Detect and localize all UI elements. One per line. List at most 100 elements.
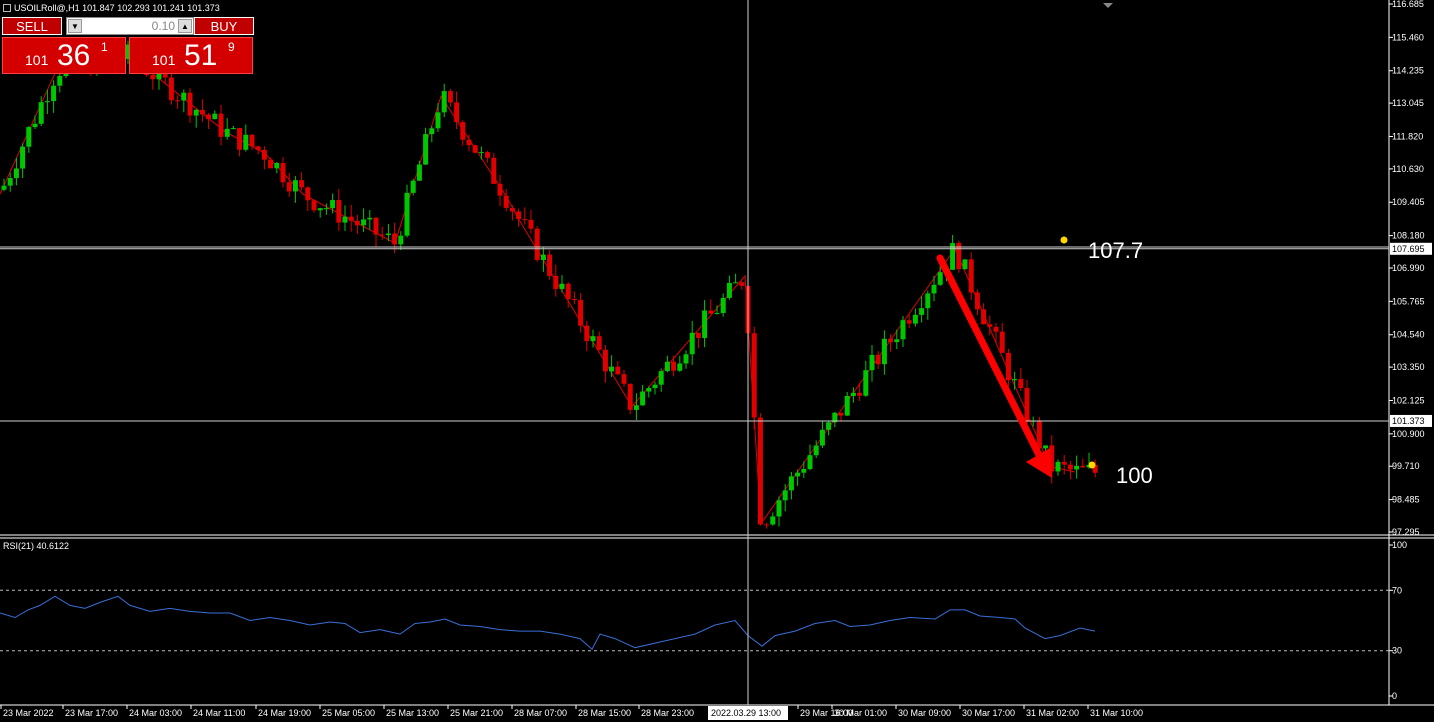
level-low-label: 100 [1116, 463, 1153, 488]
bullish-candle [7, 178, 13, 186]
price-tick-label: 115.460 [1392, 32, 1424, 42]
bullish-candle [664, 361, 670, 372]
bullish-candle [590, 336, 596, 342]
bullish-candle [1043, 445, 1049, 449]
bearish-candle [695, 332, 701, 338]
bearish-candle [1080, 465, 1086, 468]
bullish-candle [931, 284, 937, 294]
bearish-candle [336, 200, 342, 223]
bullish-candle [342, 216, 348, 223]
bearish-candle [757, 417, 763, 525]
shift-marker-icon[interactable] [1103, 3, 1113, 8]
bearish-candle [999, 331, 1005, 353]
lot-increase-icon[interactable]: ▲ [178, 19, 192, 33]
price-tick-label: 110.630 [1392, 164, 1424, 174]
time-tick-label: 23 Mar 2022 [3, 708, 54, 718]
bearish-candle [571, 299, 577, 301]
buy-button[interactable]: BUY [194, 17, 254, 35]
crosshair: 2022.03.29 13:00 [0, 0, 1389, 720]
lot-decrease-icon[interactable]: ▼ [68, 19, 82, 33]
bearish-candle [1005, 352, 1011, 381]
bullish-candle [38, 102, 44, 124]
time-tick-label: 23 Mar 17:00 [65, 708, 118, 718]
bullish-candle [720, 297, 726, 313]
bearish-candle [621, 374, 627, 384]
bearish-candle [584, 325, 590, 342]
bearish-candle [857, 392, 863, 396]
trend-arrow-shaft[interactable] [936, 254, 1044, 461]
bullish-candle [900, 320, 906, 340]
time-tick-label: 31 Mar 02:00 [1026, 708, 1079, 718]
time-tick-label: 30 Mar 09:00 [898, 708, 951, 718]
bearish-candle [522, 219, 528, 221]
bearish-candle [565, 283, 571, 300]
bullish-candle [863, 370, 869, 396]
bearish-candle [888, 338, 894, 343]
bearish-candle [708, 310, 714, 314]
bearish-candle [299, 180, 305, 188]
sell-price-sup: 1 [101, 40, 108, 54]
bullish-candle [962, 259, 968, 270]
bullish-candle [330, 200, 336, 209]
bullish-candle [224, 128, 230, 137]
bearish-candle [596, 336, 602, 350]
lot-input[interactable] [83, 18, 177, 34]
bearish-candle [981, 309, 987, 325]
bearish-candle [466, 139, 472, 146]
annotations: 107.7 100 [1060, 236, 1153, 488]
bullish-candle [416, 164, 422, 181]
bullish-candle [559, 283, 565, 289]
sell-price-box[interactable]: 101 36 1 [2, 37, 126, 74]
bearish-candle [534, 228, 540, 261]
bullish-candle [788, 476, 794, 491]
sell-button[interactable]: SELL [2, 17, 62, 35]
bearish-candle [968, 259, 974, 293]
bearish-candle [509, 207, 515, 212]
price-axis: 116.685 115.460 114.235 113.045 111.820 110.6… [1389, 0, 1425, 537]
bullish-candle [652, 384, 658, 389]
price-label-text: 101.373 [1392, 416, 1425, 426]
price-tick-label: 113.045 [1392, 98, 1424, 108]
bearish-candle [311, 200, 317, 211]
bullish-candle [441, 91, 447, 113]
bullish-candle [912, 314, 918, 324]
price-tick-label: 114.235 [1392, 66, 1424, 76]
bullish-candle [429, 128, 435, 135]
zigzag-line [0, 54, 1076, 526]
price-tick-label: 98.485 [1392, 495, 1420, 505]
bullish-candle [919, 308, 925, 315]
price-tick-label: 111.820 [1392, 131, 1423, 141]
rsi-tick-label: 100 [1392, 540, 1407, 550]
bearish-candle [627, 383, 633, 410]
time-tick-label: 31 Mar 10:00 [1090, 708, 1143, 718]
time-tick-label: 28 Mar 23:00 [641, 708, 694, 718]
bullish-candle [323, 208, 329, 210]
bearish-candle [175, 100, 181, 102]
bearish-candle [379, 234, 385, 236]
time-axis: 23 Mar 2022 23 Mar 17:00 24 Mar 03:00 24 Ma… [0, 705, 1143, 718]
lot-size-field[interactable]: ▼ ▲ [66, 17, 194, 35]
bullish-candle [274, 163, 280, 169]
bearish-candle [280, 163, 286, 183]
bullish-candle [826, 422, 832, 430]
bearish-candle [218, 113, 224, 137]
bullish-candle [423, 134, 429, 165]
bullish-candle [51, 85, 57, 102]
bearish-candle [286, 182, 292, 192]
price-tick-label: 102.125 [1392, 395, 1425, 405]
chart-menu-icon[interactable] [3, 4, 11, 12]
chart-frame [0, 0, 1434, 706]
bearish-candle [206, 114, 212, 120]
bullish-candle [819, 429, 825, 446]
sell-price-prefix: 101 [25, 52, 49, 68]
chart-canvas[interactable]: 107.695 101.373 116.685 115.460 114.235 113.… [0, 0, 1434, 722]
bullish-candle [1074, 465, 1080, 470]
buy-price-box[interactable]: 101 51 9 [129, 37, 253, 74]
bullish-candle [26, 127, 32, 147]
bearish-candle [447, 91, 453, 103]
time-tick-label: 28 Mar 15:00 [578, 708, 631, 718]
bullish-candle [844, 395, 850, 416]
bearish-candle [602, 349, 608, 372]
bearish-candle [739, 282, 745, 286]
bullish-candle [689, 332, 695, 355]
